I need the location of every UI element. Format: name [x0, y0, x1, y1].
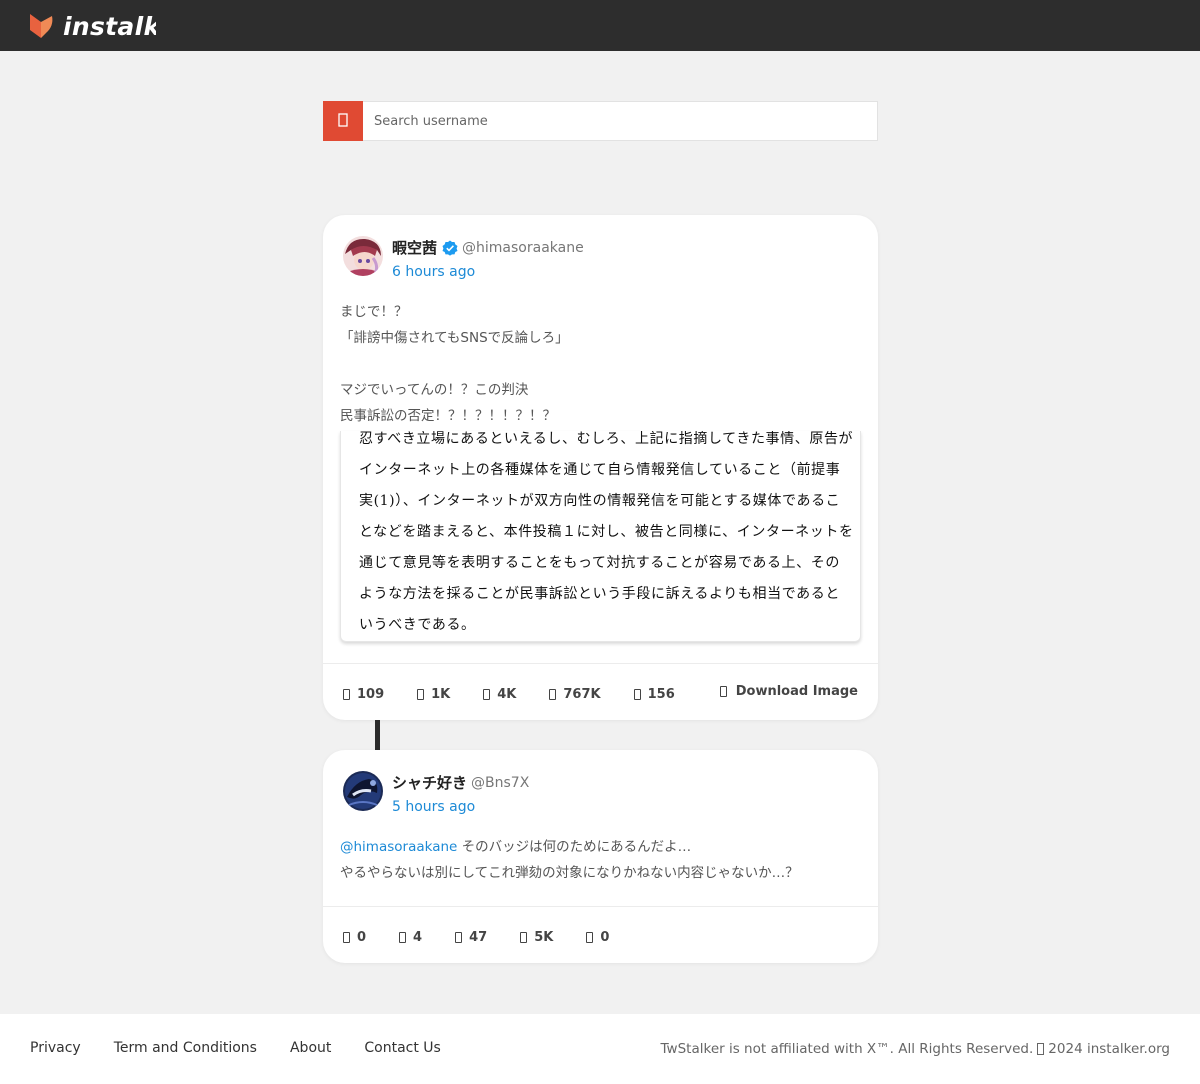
post-text-line: [340, 351, 569, 377]
post-text-line: やるやらないは別にしてこれ弾劾の対象になりかねない内容じゃないか…？: [340, 865, 799, 881]
reply-icon: [343, 688, 350, 700]
search-bar: [323, 101, 878, 141]
stat-bookmarks[interactable]: 0: [586, 930, 609, 945]
retweet-icon: [417, 688, 425, 700]
stat-views[interactable]: 767K: [549, 686, 601, 702]
image-text-line: ような方法を採ることが民事訴訟という手段に訴えるよりも相当であると: [359, 586, 840, 602]
thread-connector: [375, 720, 380, 750]
copyright-year-site: 2024 instalker.org: [1048, 1041, 1170, 1057]
copyright-text: TwStalker is not affiliated with X™. All…: [660, 1041, 1034, 1057]
footer-link-about[interactable]: About: [290, 1040, 331, 1056]
post-text-line: マジでいってんの！？この判決: [340, 382, 529, 398]
image-text-line: となどを踏まえると、本件投稿１に対し、被告と同様に、インターネットを: [359, 524, 854, 540]
footer-link-terms[interactable]: Term and Conditions: [114, 1040, 257, 1056]
stat-likes-count: 4K: [497, 686, 517, 702]
post-stats: 0 4 47 5K 0: [343, 927, 642, 947]
footer-link-privacy[interactable]: Privacy: [30, 1040, 81, 1056]
stat-replies[interactable]: 109: [343, 687, 384, 702]
stat-views[interactable]: 5K: [520, 930, 553, 945]
divider: [323, 663, 878, 664]
image-text-line: いうべきである。: [359, 617, 476, 633]
post-card: 暇空茜 @himasoraakane 6 hours ago まじで！？ 「誹謗…: [323, 215, 878, 720]
reply-card: シャチ好き @Bns7X 5 hours ago @himasoraakane …: [323, 750, 878, 963]
post-text: @himasoraakane そのバッジは何のためにあるんだよ… やるやらないは…: [340, 834, 799, 886]
search-button[interactable]: [323, 101, 363, 141]
post-text-line: 「誹謗中傷されてもSNSで反論しろ」: [340, 330, 569, 346]
stat-views-count: 767K: [563, 686, 601, 702]
footer: Privacy Term and Conditions About Contac…: [0, 1014, 1200, 1084]
download-image-button[interactable]: Download Image: [719, 684, 858, 699]
footer-link-contact[interactable]: Contact Us: [364, 1040, 440, 1056]
copyright-notice: TwStalker is not affiliated with X™. All…: [661, 1041, 1170, 1057]
post-text-line: まじで！？: [340, 304, 408, 320]
post-image[interactable]: 忍すべき立場にあるといえるし、むしろ、上記に指摘してきた事情、原告が インターネ…: [340, 431, 861, 642]
user-handle[interactable]: @Bns7X: [471, 775, 529, 791]
avatar[interactable]: [343, 771, 383, 811]
post-stats: 109 1K 4K 767K 156: [343, 684, 708, 704]
image-text-line: インターネット上の各種媒体を通じて自ら情報発信していること（前提事: [359, 462, 841, 478]
stat-replies-count: 0: [357, 929, 367, 945]
search-icon: [336, 112, 350, 131]
stat-bookmarks-count: 0: [600, 929, 610, 945]
search-input[interactable]: [363, 102, 877, 140]
post-timestamp[interactable]: 6 hours ago: [392, 264, 475, 280]
reply-icon: [343, 931, 350, 943]
top-bar: instalk: [0, 0, 1200, 51]
stat-retweets[interactable]: 4: [399, 930, 422, 945]
stat-retweets-count: 1K: [431, 686, 451, 702]
bookmark-icon: [633, 688, 641, 700]
mention-link[interactable]: @himasoraakane: [340, 839, 457, 855]
post-text: まじで！？ 「誹謗中傷されてもSNSで反論しろ」 マジでいってんの！？この判決 …: [340, 299, 569, 429]
copyright-icon: [1037, 1043, 1045, 1055]
download-icon: [719, 686, 727, 697]
user-handle[interactable]: @himasoraakane: [462, 240, 584, 256]
views-icon: [549, 688, 557, 700]
display-name[interactable]: 暇空茜: [392, 237, 437, 258]
logo-icon: [28, 12, 54, 40]
image-text-line: 忍すべき立場にあるといえるし、むしろ、上記に指摘してきた事情、原告が: [359, 431, 854, 447]
divider: [323, 906, 878, 907]
stat-bookmarks-count: 156: [647, 686, 675, 702]
download-label: Download Image: [735, 684, 858, 699]
post-text-line: @himasoraakane そのバッジは何のためにあるんだよ…: [340, 834, 799, 860]
post-timestamp[interactable]: 5 hours ago: [392, 799, 475, 815]
retweet-icon: [399, 931, 407, 943]
brand-name: instalk: [63, 11, 156, 41]
display-name[interactable]: シャチ好き: [392, 772, 467, 793]
avatar[interactable]: [343, 236, 383, 276]
stat-likes[interactable]: 47: [455, 930, 487, 945]
post-text-segment: そのバッジは何のためにあるんだよ…: [457, 839, 692, 855]
verified-badge-icon: [442, 240, 458, 256]
stat-retweets[interactable]: 1K: [417, 687, 450, 702]
post-text-line: 民事訴訟の否定！？！？！！？！？: [340, 408, 556, 424]
stat-retweets-count: 4: [413, 929, 423, 945]
brand-logo[interactable]: instalk: [28, 10, 156, 42]
bookmark-icon: [586, 931, 594, 943]
stat-replies-count: 109: [357, 686, 385, 702]
stat-bookmarks[interactable]: 156: [633, 686, 675, 702]
footer-nav: Privacy Term and Conditions About Contac…: [30, 1040, 474, 1056]
image-text-line: 通じて意見等を表明することをもって対抗することが容易である上、その: [359, 555, 840, 571]
stat-replies[interactable]: 0: [343, 930, 366, 945]
image-text-line: 実(1)）、インターネットが双方向性の情報発信を可能とする媒体であるこ: [359, 493, 841, 509]
like-icon: [455, 931, 463, 943]
views-icon: [520, 931, 528, 943]
stat-views-count: 5K: [534, 929, 554, 945]
stat-likes[interactable]: 4K: [483, 687, 516, 702]
stat-likes-count: 47: [469, 929, 488, 945]
like-icon: [483, 688, 491, 700]
